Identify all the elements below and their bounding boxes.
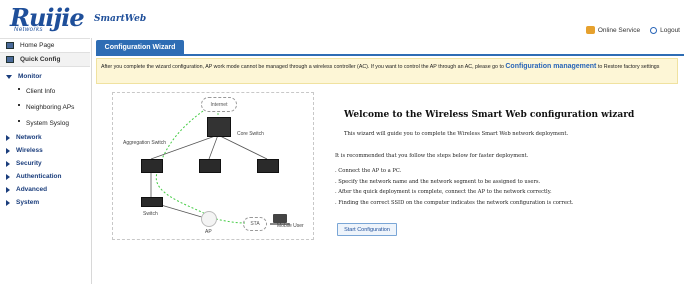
sidebar-item-label: Security xyxy=(16,160,42,167)
bullet-icon xyxy=(18,104,20,106)
welcome-title: Welcome to the Wireless Smart Web config… xyxy=(344,110,635,120)
recommendation-text: It is recommended that you follow the st… xyxy=(335,153,529,159)
core-switch-device xyxy=(207,117,231,137)
switch-label: Switch xyxy=(143,211,158,217)
sidebar-divider xyxy=(91,38,92,284)
sidebar-item-system-syslog[interactable]: System Syslog xyxy=(0,115,90,131)
ap-device xyxy=(201,211,217,227)
sidebar-item-label: System xyxy=(16,199,40,206)
sidebar-item-client-info[interactable]: Client Info xyxy=(0,83,90,99)
logout-link[interactable]: Logout xyxy=(650,26,680,34)
wrench-icon xyxy=(6,56,14,63)
sidebar-item-label: Client Info xyxy=(26,87,56,95)
bullet-icon xyxy=(18,88,20,90)
configuration-management-link[interactable]: Configuration management xyxy=(505,63,596,70)
steps-list: . Connect the AP to a PC. . Specify the … xyxy=(335,166,574,208)
sidebar-item-label: System Syslog xyxy=(26,119,69,127)
expand-right-icon xyxy=(6,134,10,141)
sidebar-item-label: Network xyxy=(16,134,42,141)
link-line xyxy=(150,134,219,160)
expand-right-icon xyxy=(6,147,10,154)
notice-text-before: After you complete the wizard configurat… xyxy=(101,64,506,70)
sidebar-item-label: Home Page xyxy=(20,42,55,49)
expand-right-icon xyxy=(6,186,10,193)
step-item: . Connect the AP to a PC. xyxy=(335,168,402,174)
internet-cloud: Internet xyxy=(201,97,237,112)
laptop-icon xyxy=(270,214,290,225)
sidebar-item-system[interactable]: System xyxy=(0,196,90,209)
logout-label: Logout xyxy=(660,26,680,34)
tab-configuration-wizard[interactable]: Configuration Wizard xyxy=(96,40,184,54)
sidebar-item-advanced[interactable]: Advanced xyxy=(0,183,90,196)
top-bar: Ruijie Networks SmartWeb Online Service … xyxy=(0,0,688,36)
sidebar-item-label: Monitor xyxy=(18,73,42,80)
sidebar-item-home[interactable]: Home Page xyxy=(0,38,90,53)
notice-banner: After you complete the wizard configurat… xyxy=(96,58,678,84)
data-path xyxy=(215,218,246,224)
ap-label: AP xyxy=(205,229,212,235)
sidebar-item-label: Wireless xyxy=(16,147,43,154)
monitor-icon xyxy=(6,42,14,49)
welcome-description: This wizard will guide you to complete t… xyxy=(344,131,569,137)
logo-sub: Networks xyxy=(14,27,44,33)
expand-down-icon xyxy=(6,74,12,79)
aggregation-switch-device xyxy=(141,159,163,173)
expand-right-icon xyxy=(6,199,10,206)
online-service-icon xyxy=(585,26,595,34)
sidebar-item-monitor[interactable]: Monitor xyxy=(0,70,90,83)
sidebar-item-label: Authentication xyxy=(16,173,62,180)
sidebar-item-label: Advanced xyxy=(16,186,48,193)
sidebar-item-label: Neighboring APs xyxy=(26,103,75,111)
link-line xyxy=(160,204,206,219)
link-line xyxy=(208,134,219,160)
aggregation-switch-device xyxy=(199,159,221,173)
step-item: . After the quick deployment is complete… xyxy=(335,189,552,195)
access-switch-device xyxy=(141,197,163,207)
mobile-user-label: Mobile User xyxy=(277,223,304,229)
product-name: SmartWeb xyxy=(94,14,147,24)
start-configuration-button[interactable]: Start Configuration xyxy=(337,223,397,236)
bullet-icon xyxy=(18,120,20,122)
link-line xyxy=(217,134,268,160)
online-service-label: Online Service xyxy=(597,26,641,34)
top-links: Online Service Logout xyxy=(585,26,680,34)
network-diagram: Internet Core Switch Aggregation Switch … xyxy=(112,92,314,240)
expand-right-icon xyxy=(6,173,10,180)
online-service-link[interactable]: Online Service xyxy=(585,26,641,34)
sidebar-item-network[interactable]: Network xyxy=(0,131,90,144)
tab-bar: Configuration Wizard xyxy=(96,40,684,56)
sidebar-item-label: Quick Config xyxy=(20,56,61,63)
sidebar: Home Page Quick Config Monitor Client In… xyxy=(0,38,90,284)
notice-text-after: to Restore factory settings xyxy=(596,64,660,70)
aggregation-switch-device xyxy=(257,159,279,173)
step-item: . Finding the correct SSID on the comput… xyxy=(335,199,574,206)
sidebar-item-neighboring-aps[interactable]: Neighboring APs xyxy=(0,99,90,115)
sidebar-item-authentication[interactable]: Authentication xyxy=(0,170,90,183)
aggregation-switch-label: Aggregation Switch xyxy=(123,140,167,146)
power-icon xyxy=(650,26,658,34)
ruijie-logo[interactable]: Ruijie Networks xyxy=(8,3,86,33)
sidebar-item-wireless[interactable]: Wireless xyxy=(0,144,90,157)
step-item: . Specify the network name and the netwo… xyxy=(335,178,541,185)
sidebar-item-security[interactable]: Security xyxy=(0,157,90,170)
sidebar-item-quick-config[interactable]: Quick Config xyxy=(0,53,90,67)
expand-right-icon xyxy=(6,160,10,167)
core-switch-label: Core Switch xyxy=(237,131,264,137)
sta-cloud: STA xyxy=(243,217,267,231)
